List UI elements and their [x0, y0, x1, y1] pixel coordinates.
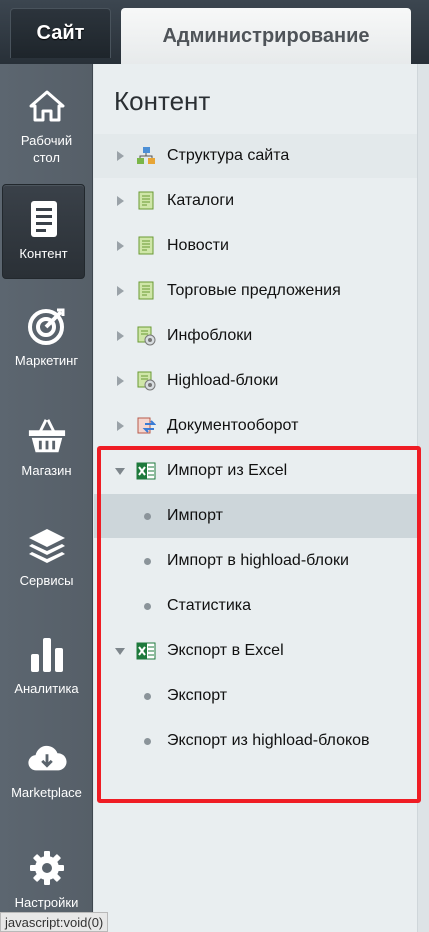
tree-item-label: Импорт в highload-блоки: [167, 552, 349, 569]
expand-arrow-icon[interactable]: [117, 286, 124, 296]
collapse-arrow-icon[interactable]: [115, 647, 125, 655]
highload-icon: [136, 371, 156, 391]
content-panel: Контент Структура сайта Каталоги Новости…: [94, 64, 417, 932]
tree-item-highload-blocks[interactable]: Highload-блоки: [94, 359, 417, 403]
excel-icon: [136, 641, 156, 661]
tree-item-label: Документооборот: [167, 417, 299, 434]
bullet-icon: [144, 602, 151, 610]
tree-item-trade-offers[interactable]: Торговые предложения: [94, 269, 417, 313]
expand-arrow-icon[interactable]: [117, 421, 124, 431]
infoblock-icon: [136, 326, 156, 346]
sidebar-item-services[interactable]: Сервисы: [0, 526, 93, 589]
basket-icon: [27, 416, 67, 456]
tree-subitem-import[interactable]: Импорт: [94, 494, 417, 538]
expand-arrow-icon[interactable]: [117, 196, 124, 206]
sidebar-item-analytics[interactable]: Аналитика: [0, 634, 93, 697]
tree-item-label: Инфоблоки: [167, 327, 253, 344]
sidebar-item-label: Рабочий стол: [20, 133, 73, 165]
bullet-icon: [144, 512, 151, 520]
site-structure-icon: [136, 146, 156, 166]
cloud-download-icon: [27, 738, 67, 778]
status-bar: javascript:void(0): [0, 912, 109, 932]
sidebar-item-label: Маркетинг: [14, 353, 79, 368]
bar-chart-icon: [27, 634, 67, 674]
sidebar-item-label: Сервисы: [19, 573, 74, 588]
tab-site[interactable]: Сайт: [10, 8, 111, 58]
tree-item-label: Импорт из Excel: [167, 462, 288, 479]
tree-item-label: Статистика: [167, 597, 252, 614]
tree-item-infoblocks[interactable]: Инфоблоки: [94, 314, 417, 358]
expand-arrow-icon[interactable]: [117, 241, 124, 251]
collapse-arrow-icon[interactable]: [115, 467, 125, 475]
home-icon: [27, 86, 67, 126]
sidebar-item-settings[interactable]: Настройки: [0, 848, 93, 911]
sidebar-item-desktop[interactable]: Рабочий стол: [0, 86, 93, 166]
tree-item-label: Торговые предложения: [167, 282, 341, 299]
tree-item-news[interactable]: Новости: [94, 224, 417, 268]
sidebar-item-content[interactable]: Контент: [2, 184, 85, 279]
expand-arrow-icon[interactable]: [117, 331, 124, 341]
sidebar-item-label: Аналитика: [14, 681, 79, 696]
tree-item-label: Импорт: [167, 507, 223, 524]
tree-subitem-export-highload[interactable]: Экспорт из highload-блоков: [94, 719, 417, 763]
tree-subitem-import-highload[interactable]: Импорт в highload-блоки: [94, 539, 417, 583]
tree-subitem-export[interactable]: Экспорт: [94, 674, 417, 718]
scrollbar[interactable]: [417, 64, 429, 932]
sidebar-item-label: Магазин: [21, 463, 72, 478]
layers-icon: [27, 526, 67, 566]
tab-administration[interactable]: Администрирование: [121, 8, 411, 64]
bullet-icon: [144, 692, 151, 700]
sidebar-item-label: Контент: [19, 246, 68, 261]
catalog-icon: [136, 191, 156, 211]
tree-item-label: Экспорт: [167, 687, 228, 704]
sidebar-item-marketing[interactable]: Маркетинг: [0, 306, 93, 369]
sidebar-item-label: Marketplace: [11, 785, 82, 800]
expand-arrow-icon[interactable]: [117, 376, 124, 386]
document-icon: [24, 199, 64, 239]
excel-icon: [136, 461, 156, 481]
top-bar: Сайт Администрирование: [0, 0, 429, 64]
offers-icon: [136, 281, 156, 301]
tree-item-label: Экспорт в Excel: [167, 642, 284, 659]
news-icon: [136, 236, 156, 256]
left-sidebar: Рабочий стол Контент Маркетинг Магазин С…: [0, 64, 93, 932]
gear-icon: [27, 848, 67, 888]
page-title: Контент: [114, 86, 211, 116]
tree-item-label: Экспорт из highload-блоков: [167, 732, 370, 749]
tree-item-label: Новости: [167, 237, 229, 254]
tree-item-export-excel[interactable]: Экспорт в Excel: [94, 629, 417, 673]
target-icon: [27, 306, 67, 346]
sidebar-item-marketplace[interactable]: Marketplace: [0, 738, 93, 801]
sidebar-item-label: Настройки: [14, 895, 79, 910]
tree-item-site-structure[interactable]: Структура сайта: [94, 134, 417, 178]
tree-subitem-statistics[interactable]: Статистика: [94, 584, 417, 628]
expand-arrow-icon[interactable]: [117, 151, 124, 161]
bullet-icon: [144, 737, 151, 745]
tree-item-label: Каталоги: [167, 192, 235, 209]
tree-item-label: Highload-блоки: [167, 372, 279, 389]
sidebar-item-shop[interactable]: Магазин: [0, 416, 93, 479]
workflow-icon: [136, 416, 157, 436]
tree-item-workflow[interactable]: Документооборот: [94, 404, 417, 448]
bullet-icon: [144, 557, 151, 565]
tree-item-label: Структура сайта: [167, 147, 290, 164]
tree-item-catalogs[interactable]: Каталоги: [94, 179, 417, 223]
tree-item-import-excel[interactable]: Импорт из Excel: [94, 449, 417, 493]
